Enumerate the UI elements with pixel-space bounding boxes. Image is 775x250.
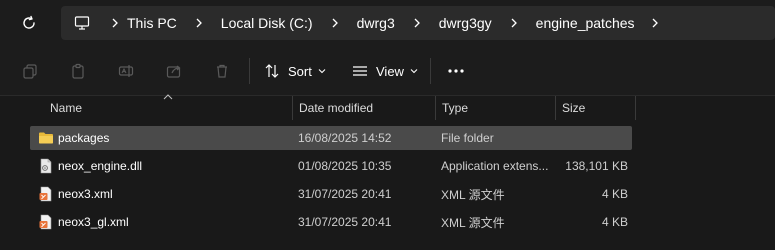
breadcrumb-chevron-icon[interactable] <box>187 6 211 40</box>
folder-icon <box>39 132 53 144</box>
breadcrumb-chevron-icon[interactable] <box>643 6 667 40</box>
column-label: Name <box>50 101 83 115</box>
xml-file-icon <box>39 186 52 202</box>
paste-button[interactable] <box>66 58 90 84</box>
breadcrumb-chevron-icon[interactable] <box>502 6 526 40</box>
file-size: 4 KB <box>601 215 628 229</box>
breadcrumb-dwrg3gy[interactable]: dwrg3gy <box>439 6 492 40</box>
file-type: XML 源文件 <box>441 215 505 230</box>
file-type: Application extens... <box>441 159 549 173</box>
table-row[interactable]: packages 16/08/2025 14:52 File folder <box>30 126 632 150</box>
share-icon <box>166 65 181 78</box>
table-row[interactable]: neox3_gl.xml 31/07/2025 20:41 XML 源文件 4 … <box>30 210 632 234</box>
breadcrumb-chevron-icon[interactable] <box>405 6 429 40</box>
file-date: 01/08/2025 10:35 <box>298 159 392 173</box>
copy-button[interactable] <box>18 58 42 84</box>
file-list: Name Date modified Type Size packages 16… <box>0 94 775 250</box>
sort-icon <box>265 64 279 78</box>
file-type: XML 源文件 <box>441 187 505 202</box>
refresh-icon <box>23 15 35 29</box>
view-icon <box>353 66 367 76</box>
sort-button[interactable]: Sort <box>264 58 326 84</box>
column-header-name[interactable]: Name <box>44 96 292 120</box>
file-name: packages <box>58 131 110 145</box>
delete-button[interactable] <box>210 58 234 84</box>
trash-icon <box>217 64 227 78</box>
view-button[interactable]: View <box>352 58 418 84</box>
file-size: 4 KB <box>601 187 628 201</box>
breadcrumb-this-pc[interactable]: This PC <box>127 6 177 40</box>
sort-label: Sort <box>288 63 312 79</box>
file-size <box>556 126 628 150</box>
column-header-type[interactable]: Type <box>436 96 555 120</box>
view-label: View <box>376 63 404 79</box>
file-name: neox3_gl.xml <box>58 215 129 229</box>
file-size: 138,101 KB <box>565 159 628 173</box>
chevron-down-icon <box>410 69 418 74</box>
command-bar: Sort View <box>0 46 775 96</box>
file-type: File folder <box>441 131 494 145</box>
chevron-down-icon <box>318 69 326 74</box>
breadcrumb-label: dwrg3gy <box>438 15 492 31</box>
column-header-size[interactable]: Size <box>556 96 635 120</box>
address-bar[interactable]: This PC Local Disk (C:) dwrg3 dwrg3gy en… <box>61 6 775 40</box>
table-row[interactable]: neox3.xml 31/07/2025 20:41 XML 源文件 4 KB <box>30 182 632 206</box>
rename-button[interactable] <box>114 58 138 84</box>
table-row[interactable]: neox_engine.dll 01/08/2025 10:35 Applica… <box>30 154 632 178</box>
column-header-date[interactable]: Date modified <box>293 96 435 120</box>
breadcrumb-label: engine_patches <box>535 15 635 31</box>
file-date: 16/08/2025 14:52 <box>298 131 392 145</box>
copy-icon <box>23 64 37 79</box>
breadcrumb-label: Local Disk (C:) <box>220 15 313 31</box>
paste-icon <box>72 63 84 79</box>
more-options-button[interactable] <box>444 58 468 84</box>
column-label: Date modified <box>299 101 374 115</box>
column-label: Size <box>562 101 586 115</box>
breadcrumb-local-disk[interactable]: Local Disk (C:) <box>221 6 313 40</box>
address-row: This PC Local Disk (C:) dwrg3 dwrg3gy en… <box>0 0 775 46</box>
breadcrumb-chevron-icon[interactable] <box>323 6 347 40</box>
file-name: neox3.xml <box>58 187 113 201</box>
toolbar-separator <box>430 58 431 84</box>
file-date: 31/07/2025 20:41 <box>298 215 392 229</box>
dll-file-icon <box>40 158 52 174</box>
rename-icon <box>118 65 134 77</box>
breadcrumb-dwrg3[interactable]: dwrg3 <box>357 6 395 40</box>
breadcrumb-engine-patches[interactable]: engine_patches <box>536 6 635 40</box>
toolbar-separator <box>249 58 250 84</box>
file-name: neox_engine.dll <box>58 159 143 173</box>
share-button[interactable] <box>162 58 186 84</box>
more-icon <box>448 69 464 73</box>
breadcrumb-chevron-icon[interactable] <box>103 6 127 40</box>
file-date: 31/07/2025 20:41 <box>298 187 392 201</box>
column-divider[interactable] <box>635 96 636 120</box>
refresh-button[interactable] <box>14 10 44 36</box>
column-label: Type <box>442 101 469 115</box>
breadcrumb-label: dwrg3 <box>356 15 395 31</box>
xml-file-icon <box>39 214 52 230</box>
monitor-icon <box>73 14 91 32</box>
breadcrumb-label: This PC <box>127 15 177 31</box>
